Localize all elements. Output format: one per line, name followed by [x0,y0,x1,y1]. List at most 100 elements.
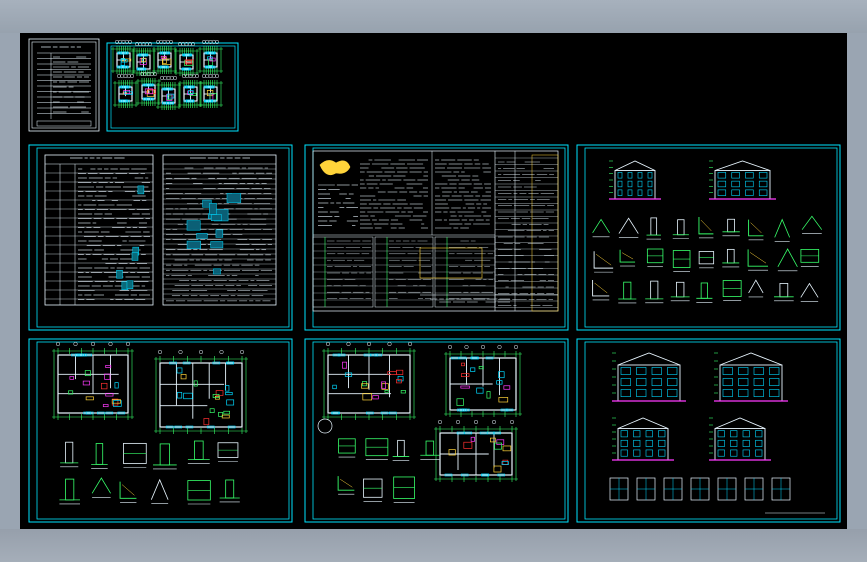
detail-drawing [698,217,714,239]
table-highlight [215,229,224,238]
detail-roof [774,218,791,238]
elevation-window [636,378,647,386]
fixture [332,384,337,390]
table-highlight [186,220,201,231]
detail-drawing [91,443,108,469]
detail-drawing [60,441,79,468]
elevation-window [617,189,623,196]
detail-hatch [595,254,612,266]
roof-line [714,160,771,171]
detail-drawing [672,219,689,240]
table-highlight [210,214,222,221]
detail-column [159,443,171,466]
detail-column [194,440,204,460]
table-highlight [209,203,217,215]
fixture [104,373,111,380]
north-arrow-icon [317,418,333,434]
axis-bubble [437,419,443,425]
fixture [461,373,470,378]
fixture [193,380,198,387]
elevation-window [633,449,641,457]
roof-line [719,352,783,366]
sheet-cover-list[interactable] [28,38,100,132]
detail-drawing [618,217,639,238]
elevation-drawing [612,417,674,461]
fixture [105,365,112,368]
fixture [396,369,404,375]
detail-drawing [592,218,610,238]
sheet-floor-plan-a[interactable] [28,338,293,523]
elevation-window [717,430,725,438]
roof-line [617,352,681,366]
detail-column [225,479,235,499]
elevation-window [742,439,750,447]
elevation-window [722,378,733,386]
elevation-window [722,367,733,375]
detail-column [623,281,632,300]
viewport-background-bottom [0,529,867,562]
schedule-yellow-column [531,154,559,312]
fixture [225,392,233,396]
elevation-window [637,189,643,196]
floor-plan [444,344,522,417]
cad-drawing[interactable] [20,33,847,529]
elevation-window [627,172,633,179]
floor-plan [52,341,134,420]
model-space-canvas[interactable] [20,33,847,529]
fixture [498,397,509,403]
sheet-design-notes-table[interactable] [28,144,293,331]
detail-drawing [646,248,664,268]
fixture [177,391,183,399]
elevation-drawing [612,352,686,402]
floor-plan [111,39,136,74]
fixture [502,459,509,465]
detail-column [650,217,658,236]
elevation-window [717,180,727,188]
detail-drawing [592,280,610,301]
detail-roof [91,477,111,494]
axis-bubble [491,419,497,425]
detail-drawing [698,251,715,269]
sheet-floor-plan-b[interactable] [304,338,569,523]
sheet-border [576,338,841,523]
axis-bubble [366,341,372,347]
elevation-window [651,378,662,386]
axis-bubble [325,341,331,347]
elevation-window [647,180,653,188]
elevation-window [633,439,641,447]
sheet-details[interactable] [576,144,841,331]
elevation-window [651,389,662,397]
detail-drawing [800,249,820,267]
detail-drawing [153,443,177,470]
elevation-window [738,389,749,397]
detail-drawing [800,282,819,302]
viewport-background-top [0,0,867,33]
detail-roof [150,478,169,500]
fixture [463,441,473,449]
axis-bubble [480,344,486,350]
elevation-window [633,430,641,438]
floor-plan [154,349,248,434]
fixture [400,390,406,394]
facade-outline [617,428,669,461]
sheet-thumbnail-plans[interactable] [106,39,239,132]
detail-drawing [747,249,769,271]
fixture [101,382,108,390]
floor-plan [322,341,416,420]
elevation-window [647,189,653,196]
table-highlight [131,252,139,261]
detail-drawing [187,480,211,505]
notes-main-box [312,150,559,312]
sheet-elevations[interactable] [576,338,841,523]
floor-plan [113,73,138,108]
detail-drawing [618,281,637,304]
detail-drawing [722,280,742,301]
detail-roof [801,215,823,230]
detail-drawing [393,476,415,503]
axis-bubble [473,419,479,425]
elevation-window [717,189,727,196]
elevation-window [667,367,678,375]
logo-blob [319,160,351,176]
fixture [372,395,379,400]
sheet-construction-notes[interactable] [304,144,569,331]
